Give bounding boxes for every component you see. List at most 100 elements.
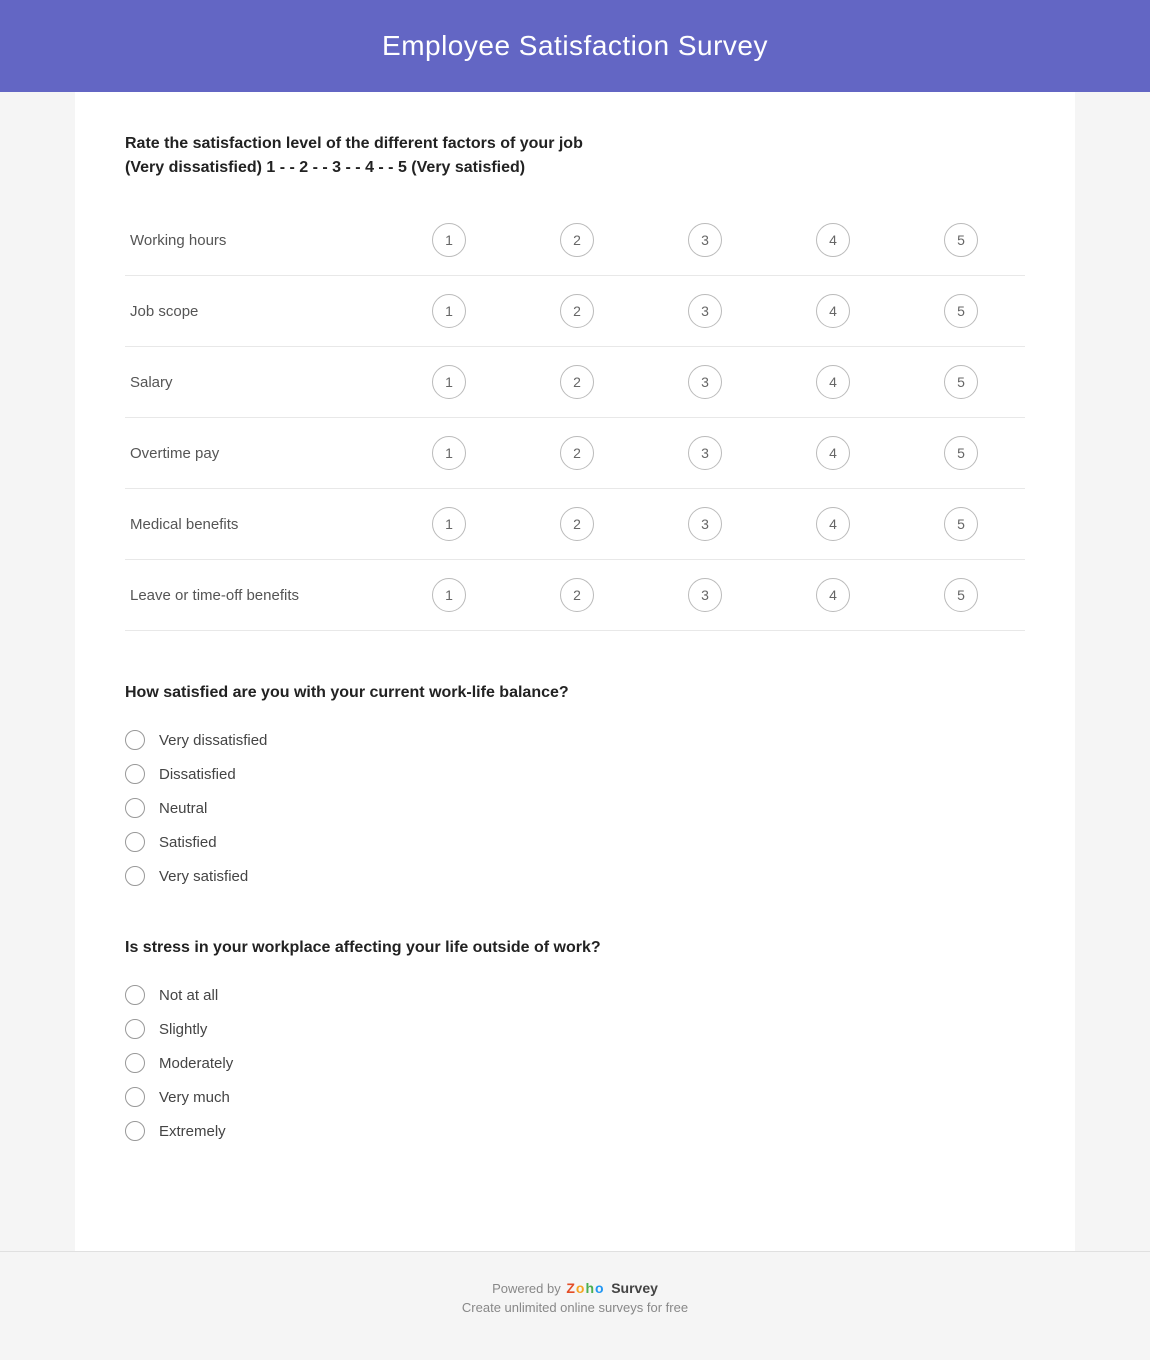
radio-button[interactable]: [125, 832, 145, 852]
rating-cell[interactable]: 4: [769, 205, 897, 276]
rating-cell[interactable]: 1: [385, 205, 513, 276]
rating-cell[interactable]: 4: [769, 489, 897, 560]
rating-cell[interactable]: 4: [769, 347, 897, 418]
list-item[interactable]: Moderately: [125, 1053, 1025, 1073]
rating-circle[interactable]: 2: [560, 365, 594, 399]
radio-button[interactable]: [125, 985, 145, 1005]
rating-circle[interactable]: 4: [816, 436, 850, 470]
rating-circle[interactable]: 5: [944, 507, 978, 541]
zoho-h: h: [585, 1280, 594, 1296]
row-label: Working hours: [125, 205, 385, 276]
rating-cell[interactable]: 3: [641, 205, 769, 276]
list-item[interactable]: Very dissatisfied: [125, 730, 1025, 750]
table-row: Overtime pay12345: [125, 418, 1025, 489]
zoho-z: Z: [566, 1280, 575, 1296]
rating-circle[interactable]: 2: [560, 578, 594, 612]
rating-circle[interactable]: 2: [560, 507, 594, 541]
rating-cell[interactable]: 4: [769, 560, 897, 631]
option-label: Extremely: [159, 1123, 226, 1140]
rating-circle[interactable]: 2: [560, 223, 594, 257]
radio-button[interactable]: [125, 866, 145, 886]
option-label: Dissatisfied: [159, 766, 236, 783]
rating-circle[interactable]: 5: [944, 223, 978, 257]
rating-circle[interactable]: 5: [944, 294, 978, 328]
rating-cell[interactable]: 1: [385, 418, 513, 489]
zoho-logo: Zoho: [566, 1280, 603, 1296]
rating-circle[interactable]: 3: [688, 436, 722, 470]
rating-circle[interactable]: 4: [816, 294, 850, 328]
rating-cell[interactable]: 3: [641, 560, 769, 631]
row-label: Salary: [125, 347, 385, 418]
rating-cell[interactable]: 1: [385, 489, 513, 560]
option-label: Neutral: [159, 800, 207, 817]
rating-circle[interactable]: 4: [816, 578, 850, 612]
rating-cell[interactable]: 2: [513, 276, 641, 347]
rating-circle[interactable]: 4: [816, 365, 850, 399]
list-item[interactable]: Very much: [125, 1087, 1025, 1107]
rating-circle[interactable]: 2: [560, 294, 594, 328]
rating-cell[interactable]: 1: [385, 560, 513, 631]
page-footer: Powered by Zoho Survey Create unlimited …: [0, 1251, 1150, 1343]
radio-button[interactable]: [125, 798, 145, 818]
radio-button[interactable]: [125, 730, 145, 750]
list-item[interactable]: Slightly: [125, 1019, 1025, 1039]
rating-cell[interactable]: 5: [897, 347, 1025, 418]
option-label: Very dissatisfied: [159, 732, 267, 749]
rating-circle[interactable]: 1: [432, 365, 466, 399]
rating-cell[interactable]: 2: [513, 205, 641, 276]
rating-cell[interactable]: 3: [641, 347, 769, 418]
rating-cell[interactable]: 2: [513, 418, 641, 489]
rating-cell[interactable]: 5: [897, 205, 1025, 276]
rating-cell[interactable]: 5: [897, 276, 1025, 347]
rating-cell[interactable]: 5: [897, 489, 1025, 560]
rating-cell[interactable]: 2: [513, 560, 641, 631]
section3-title: Is stress in your workplace affecting yo…: [125, 936, 1025, 960]
radio-button[interactable]: [125, 1053, 145, 1073]
list-item[interactable]: Neutral: [125, 798, 1025, 818]
radio-button[interactable]: [125, 1121, 145, 1141]
rating-circle[interactable]: 5: [944, 436, 978, 470]
page-header: Employee Satisfaction Survey: [0, 0, 1150, 92]
rating-cell[interactable]: 4: [769, 418, 897, 489]
radio-button[interactable]: [125, 764, 145, 784]
survey-word: Survey: [611, 1280, 658, 1296]
list-item[interactable]: Dissatisfied: [125, 764, 1025, 784]
rating-cell[interactable]: 3: [641, 418, 769, 489]
rating-cell[interactable]: 2: [513, 489, 641, 560]
rating-circle[interactable]: 1: [432, 578, 466, 612]
rating-circle[interactable]: 1: [432, 294, 466, 328]
rating-circle[interactable]: 3: [688, 294, 722, 328]
rating-circle[interactable]: 3: [688, 365, 722, 399]
list-item[interactable]: Extremely: [125, 1121, 1025, 1141]
list-item[interactable]: Satisfied: [125, 832, 1025, 852]
rating-circle[interactable]: 3: [688, 507, 722, 541]
rating-circle[interactable]: 3: [688, 223, 722, 257]
rating-cell[interactable]: 2: [513, 347, 641, 418]
rating-cell[interactable]: 1: [385, 276, 513, 347]
radio-button[interactable]: [125, 1087, 145, 1107]
rating-cell[interactable]: 5: [897, 560, 1025, 631]
rating-circle[interactable]: 1: [432, 223, 466, 257]
list-item[interactable]: Very satisfied: [125, 866, 1025, 886]
rating-circle[interactable]: 5: [944, 578, 978, 612]
powered-by-text: Powered by: [492, 1281, 561, 1296]
rating-cell[interactable]: 1: [385, 347, 513, 418]
radio-button[interactable]: [125, 1019, 145, 1039]
rating-circle[interactable]: 4: [816, 507, 850, 541]
option-label: Moderately: [159, 1055, 233, 1072]
main-content: Rate the satisfaction level of the diffe…: [75, 92, 1075, 1251]
rating-circle[interactable]: 1: [432, 436, 466, 470]
list-item[interactable]: Not at all: [125, 985, 1025, 1005]
rating-cell[interactable]: 4: [769, 276, 897, 347]
rating-circle[interactable]: 1: [432, 507, 466, 541]
rating-circle[interactable]: 5: [944, 365, 978, 399]
rating-cell[interactable]: 5: [897, 418, 1025, 489]
rating-cell[interactable]: 3: [641, 489, 769, 560]
rating-circle[interactable]: 3: [688, 578, 722, 612]
rating-circle[interactable]: 4: [816, 223, 850, 257]
section-worklife: How satisfied are you with your current …: [125, 681, 1025, 886]
rating-circle[interactable]: 2: [560, 436, 594, 470]
zoho-o1: o: [576, 1280, 585, 1296]
option-label: Satisfied: [159, 834, 217, 851]
rating-cell[interactable]: 3: [641, 276, 769, 347]
